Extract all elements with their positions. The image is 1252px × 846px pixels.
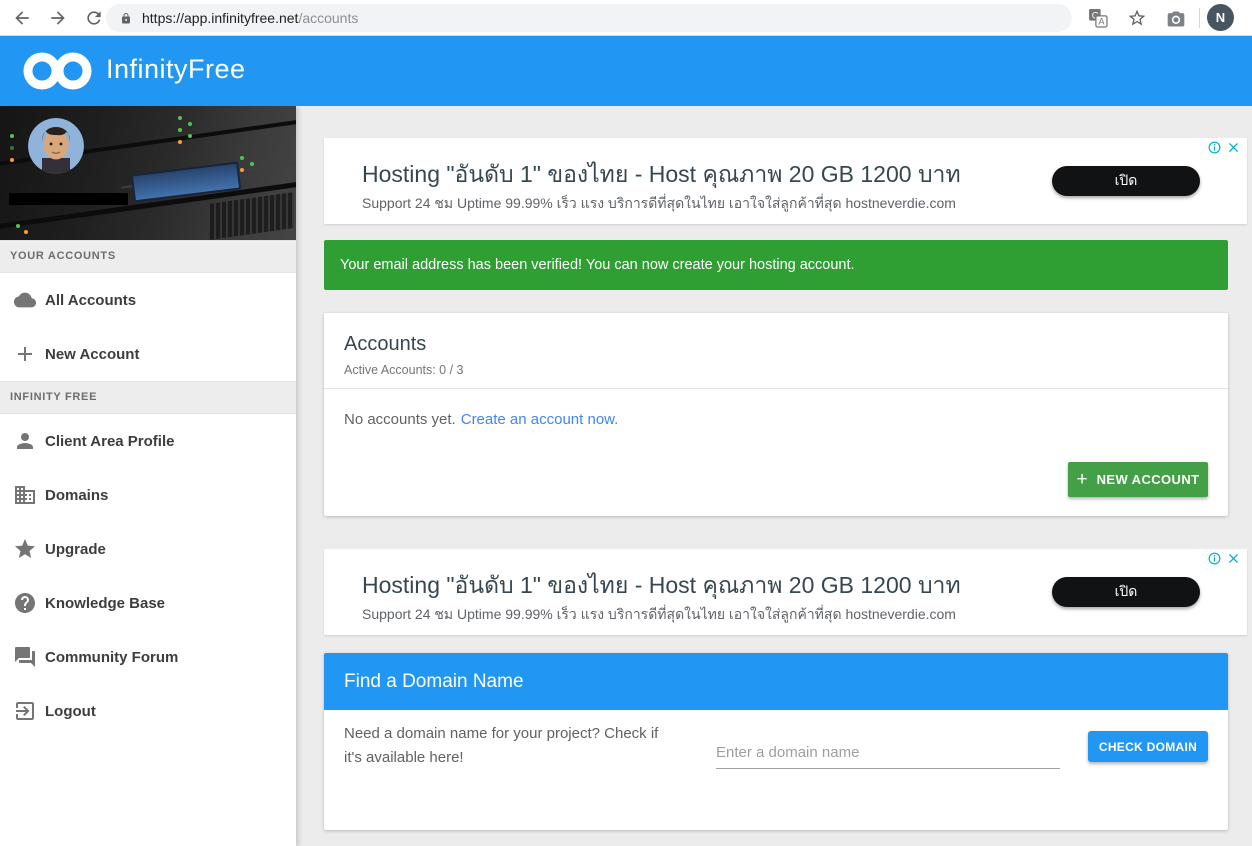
accounts-card: Accounts Active Accounts: 0 / 3 No accou… <box>324 313 1228 516</box>
screen: https://app.infinityfree.net/accounts G … <box>0 0 1252 846</box>
reload-icon[interactable] <box>84 8 104 28</box>
sidebar-item-domains[interactable]: Domains <box>0 468 296 522</box>
toolbar-divider <box>1199 8 1200 28</box>
star-icon <box>13 537 37 561</box>
find-domain-card: Find a Domain Name Need a domain name fo… <box>324 653 1228 830</box>
username-redaction <box>9 193 128 205</box>
sidebar-item-knowledge-base[interactable]: Knowledge Base <box>0 576 296 630</box>
sidebar-item-new-account[interactable]: New Account <box>0 327 296 381</box>
camera-extension-icon[interactable] <box>1166 9 1186 29</box>
sidebar-item-client-area-profile[interactable]: Client Area Profile <box>0 414 296 468</box>
ad-open-button[interactable]: เปิด <box>1052 166 1200 196</box>
brand-title[interactable]: InfinityFree <box>106 54 246 85</box>
sidebar-section-infinity-free: INFINITY FREE <box>0 381 296 414</box>
back-icon[interactable] <box>12 8 32 28</box>
browser-toolbar: https://app.infinityfree.net/accounts G … <box>0 0 1252 36</box>
find-domain-title: Find a Domain Name <box>344 671 524 693</box>
adchoices-info-icon[interactable] <box>1208 552 1221 565</box>
check-domain-button[interactable]: CHECK DOMAIN <box>1088 731 1208 762</box>
app-header: InfinityFree <box>0 36 1252 106</box>
infinity-logo-icon[interactable] <box>22 48 94 99</box>
bookmark-star-icon[interactable] <box>1127 8 1147 28</box>
sidebar-item-logout[interactable]: Logout <box>0 684 296 738</box>
plus-icon <box>13 342 37 366</box>
domain-name-input[interactable] <box>716 737 1060 769</box>
sidebar-section-your-accounts: YOUR ACCOUNTS <box>0 240 296 273</box>
forward-icon[interactable] <box>48 8 68 28</box>
email-verified-alert: Your email address has been verified! Yo… <box>324 240 1228 290</box>
sidebar-item-upgrade[interactable]: Upgrade <box>0 522 296 576</box>
ad-title: Hosting "อันดับ 1" ของไทย - Host คุณภาพ … <box>362 157 961 193</box>
help-circle-icon <box>13 591 37 615</box>
browser-profile-avatar[interactable]: N <box>1207 4 1234 31</box>
svg-text:A: A <box>1099 17 1105 27</box>
lock-icon <box>120 11 132 26</box>
accounts-card-header: Accounts Active Accounts: 0 / 3 <box>324 313 1228 389</box>
adchoices-info-icon[interactable] <box>1208 141 1221 154</box>
url-host: https://app.infinityfree.net <box>142 10 298 26</box>
ad-subtitle: Support 24 ชม Uptime 99.99% เร็ว แรง บริ… <box>362 604 956 626</box>
url-path: /accounts <box>298 10 358 26</box>
ad-title: Hosting "อันดับ 1" ของไทย - Host คุณภาพ … <box>362 568 961 604</box>
sidebar-item-community-forum[interactable]: Community Forum <box>0 630 296 684</box>
new-account-button[interactable]: + NEW ACCOUNT <box>1068 462 1208 497</box>
logout-icon <box>13 699 37 723</box>
ad-banner-top[interactable]: Hosting "อันดับ 1" ของไทย - Host คุณภาพ … <box>324 138 1247 224</box>
ad-close-icon[interactable] <box>1227 141 1240 154</box>
create-account-link[interactable]: Create an account now. <box>461 411 619 428</box>
server-vents-art <box>208 192 294 240</box>
ad-subtitle: Support 24 ชม Uptime 99.99% เร็ว แรง บริ… <box>362 193 956 215</box>
forum-chat-icon <box>13 645 37 669</box>
no-accounts-text: No accounts yet.Create an account now. <box>344 411 618 428</box>
server-leds-art <box>178 116 182 120</box>
ad-banner-bottom[interactable]: Hosting "อันดับ 1" ของไทย - Host คุณภาพ … <box>324 549 1247 635</box>
find-domain-header: Find a Domain Name <box>324 653 1228 710</box>
profile-banner <box>0 106 296 240</box>
address-bar[interactable]: https://app.infinityfree.net/accounts <box>106 4 1072 32</box>
domain-description: Need a domain name for your project? Che… <box>344 722 674 770</box>
active-accounts-count: Active Accounts: 0 / 3 <box>344 363 1208 377</box>
ad-close-icon[interactable] <box>1227 552 1240 565</box>
accounts-title: Accounts <box>344 333 1208 356</box>
user-avatar-photo <box>28 118 84 174</box>
sidebar: YOUR ACCOUNTS All Accounts New Account I… <box>0 106 296 846</box>
ad-open-button[interactable]: เปิด <box>1052 577 1200 607</box>
translate-icon[interactable]: G A <box>1088 8 1108 28</box>
cloud-icon <box>13 288 37 312</box>
plus-icon: + <box>1077 470 1088 489</box>
sidebar-item-all-accounts[interactable]: All Accounts <box>0 273 296 327</box>
domain-building-icon <box>13 483 37 507</box>
person-icon <box>13 429 37 453</box>
